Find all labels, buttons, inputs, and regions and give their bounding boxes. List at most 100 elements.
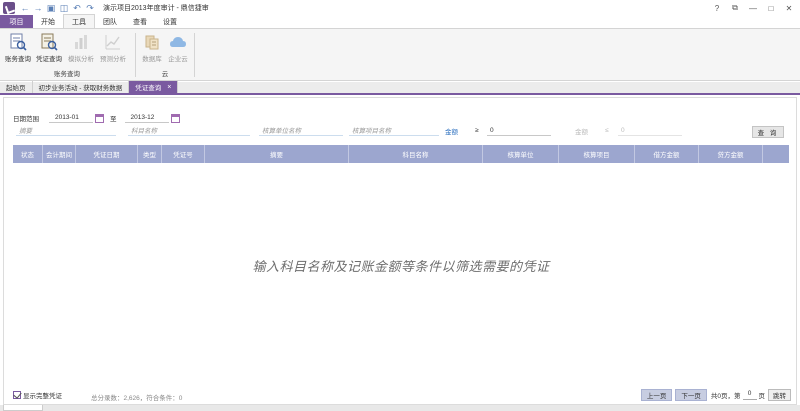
page-suffix: 页 — [758, 393, 766, 400]
tab-view[interactable]: 查看 — [125, 15, 155, 28]
window-title: 演示项目2013年度审计 - 鼎信捷审 — [103, 5, 209, 12]
tab-start[interactable]: 开始 — [33, 15, 63, 28]
close-icon[interactable]: ✕ — [782, 2, 796, 14]
line-chart-icon — [104, 33, 122, 51]
date-from-input[interactable]: 2013-01 — [49, 113, 93, 123]
tab-tools[interactable]: 工具 — [63, 14, 95, 28]
enterprise-cloud-label: 企业云 — [168, 56, 188, 63]
window-controls: ? ⧉ — □ ✕ — [706, 2, 796, 14]
save-icon[interactable]: ▣ — [45, 2, 57, 14]
voucher-query-icon — [40, 33, 58, 51]
go-to-page-button[interactable]: 跳转 — [768, 389, 791, 401]
ribbon-tabs: 项目 开始 工具 团队 查看 设置 — [0, 14, 800, 29]
app-logo-icon — [3, 2, 15, 14]
column-header-spacer — [763, 145, 789, 163]
forward-icon[interactable]: → — [32, 2, 44, 14]
ribbon-separator — [135, 33, 136, 77]
ledger-query-label: 账务查询 — [5, 56, 31, 63]
forecast-analysis-label: 预测分析 — [100, 56, 126, 63]
amount-max-label: 金额 — [575, 128, 588, 136]
pagination: 上一页 下一页 共0页，第 0 页 跳转 — [638, 389, 791, 401]
simulation-analysis-label: 模拟分析 — [68, 56, 94, 63]
voucher-table-header: 状态 会计期间 凭证日期 类型 凭证号 摘要 科目名称 核算单位 核算项目 借方… — [13, 145, 789, 163]
enterprise-cloud-button[interactable]: 企业云 — [163, 31, 193, 63]
column-header[interactable]: 状态 — [13, 145, 43, 163]
bar-chart-icon — [72, 33, 90, 51]
query-button[interactable]: 查 询 — [752, 126, 784, 138]
date-range-label: 日期范围 — [13, 116, 39, 123]
minimize-icon[interactable]: — — [746, 2, 760, 14]
back-icon[interactable]: ← — [19, 2, 31, 14]
show-full-voucher-toggle[interactable]: 显示完整凭证 — [13, 390, 62, 400]
tab-team[interactable]: 团队 — [95, 15, 125, 28]
quick-access-toolbar: ← → ▣ ◫ ↶ ↷ — [19, 2, 97, 14]
prev-page-button[interactable]: 上一页 — [640, 389, 673, 401]
voucher-query-panel: 日期范围 2013-01 至 2013-12 摘要 科目名称 核算单位名称 核算… — [3, 97, 797, 405]
ribbon-separator — [194, 33, 195, 77]
doc-tab-preliminary[interactable]: 初步业务活动 - 获取财务数据 — [33, 81, 130, 93]
tab-project[interactable]: 项目 — [0, 15, 33, 28]
date-to-input[interactable]: 2013-12 — [124, 113, 169, 123]
ribbon-group-finance-query: 账务查询 凭证查询 模拟分析 预测分析 账务查询 — [0, 29, 134, 81]
page-count-text: 共0页，第 — [710, 393, 741, 400]
calendar-icon[interactable] — [95, 113, 104, 123]
calendar-icon[interactable] — [170, 113, 180, 123]
date-range-filter: 日期范围 2013-01 至 2013-12 — [13, 112, 186, 124]
close-tab-icon[interactable]: × — [167, 84, 171, 91]
ribbon-panel: 账务查询 凭证查询 模拟分析 预测分析 账务查询 数据库 企业云 云 — [0, 29, 800, 81]
column-header[interactable]: 核算项目 — [559, 145, 635, 163]
empty-state-message: 输入科目名称及记账金额等条件以筛选需要的凭证 — [252, 259, 550, 274]
status-tab[interactable] — [3, 405, 43, 411]
amount-max-operator: ≤ — [605, 127, 609, 134]
doc-tab-start-page[interactable]: 起始页 — [0, 81, 33, 93]
restore-icon[interactable]: ⧉ — [728, 2, 742, 14]
page-number-input[interactable]: 0 — [742, 390, 757, 400]
ribbon-group-cloud: 数据库 企业云 云 — [137, 29, 193, 81]
status-bar — [0, 405, 800, 411]
column-header[interactable]: 核算单位 — [483, 145, 559, 163]
column-header[interactable]: 会计期间 — [43, 145, 76, 163]
column-header[interactable]: 凭证日期 — [76, 145, 138, 163]
database-icon — [143, 33, 161, 51]
amount-max-input[interactable]: 0 — [618, 125, 682, 136]
column-header[interactable]: 类型 — [138, 145, 162, 163]
amount-min-input[interactable]: 0 — [487, 125, 551, 136]
ribbon-group-label-cloud: 云 — [161, 71, 169, 78]
forecast-analysis-button[interactable]: 预测分析 — [98, 31, 128, 63]
save-all-icon[interactable]: ◫ — [58, 2, 70, 14]
help-icon[interactable]: ? — [710, 2, 724, 14]
column-header[interactable]: 凭证号 — [162, 145, 205, 163]
column-header[interactable]: 科目名称 — [349, 145, 483, 163]
voucher-query-button[interactable]: 凭证查询 — [34, 31, 64, 63]
summary-input[interactable]: 摘要 — [16, 125, 116, 136]
column-header[interactable]: 摘要 — [205, 145, 349, 163]
cloud-icon — [169, 33, 187, 51]
column-header[interactable]: 贷方金额 — [699, 145, 763, 163]
checkbox-icon[interactable] — [13, 391, 21, 399]
redo-icon[interactable]: ↷ — [84, 2, 96, 14]
doc-tab-voucher-query[interactable]: 凭证查询 × — [129, 81, 179, 93]
amount-min-operator: ≥ — [475, 127, 479, 134]
accounting-unit-input[interactable]: 核算单位名称 — [259, 125, 343, 136]
maximize-icon[interactable]: □ — [764, 2, 778, 14]
title-bar: ← → ▣ ◫ ↶ ↷ 演示项目2013年度审计 - 鼎信捷审 ? ⧉ — □ … — [0, 0, 800, 16]
document-tabs: 起始页 初步业务活动 - 获取财务数据 凭证查询 × — [0, 81, 800, 95]
entry-stats: 总分录数：2,626，符合条件：0 — [91, 395, 183, 402]
tab-settings[interactable]: 设置 — [155, 15, 185, 28]
field-filter-row: 摘要 科目名称 核算单位名称 核算项目名称 金额 ≥ 0 金额 ≤ 0 — [13, 125, 793, 137]
voucher-query-label: 凭证查询 — [36, 56, 62, 63]
undo-icon[interactable]: ↶ — [71, 2, 83, 14]
to-label: 至 — [110, 116, 117, 123]
column-header[interactable]: 借方金额 — [635, 145, 699, 163]
doc-tab-label: 凭证查询 — [135, 85, 162, 92]
simulation-analysis-button[interactable]: 模拟分析 — [66, 31, 96, 63]
ribbon-group-label-finance-query: 账务查询 — [54, 71, 80, 78]
accounting-item-input[interactable]: 核算项目名称 — [349, 125, 439, 136]
show-full-voucher-label: 显示完整凭证 — [23, 393, 62, 400]
amount-min-label: 金额 — [445, 128, 458, 136]
ledger-query-icon — [9, 33, 27, 51]
database-label: 数据库 — [142, 56, 162, 63]
ledger-query-button[interactable]: 账务查询 — [3, 31, 33, 63]
next-page-button[interactable]: 下一页 — [675, 389, 707, 401]
account-name-input[interactable]: 科目名称 — [128, 125, 250, 136]
